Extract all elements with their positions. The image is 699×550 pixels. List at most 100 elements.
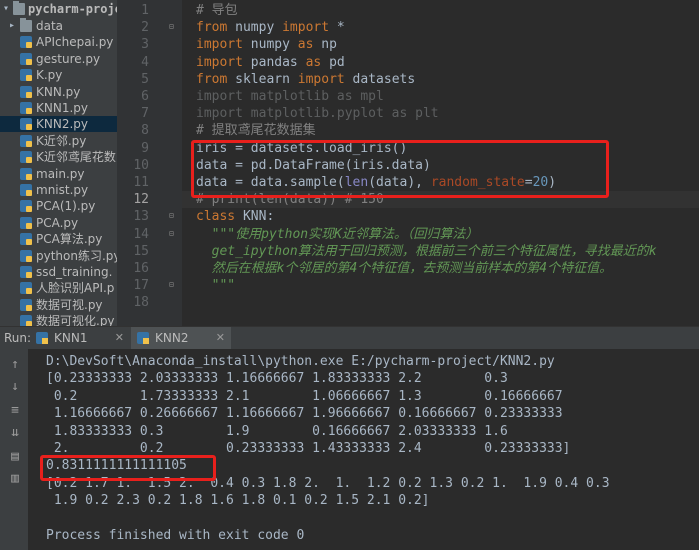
arrow-up-icon[interactable]: ↑ [7,357,23,373]
line-number: 11 [133,175,149,190]
tree-item-label: PCA(1).py [36,199,96,214]
tab-knn1[interactable]: KNN1 ✕ [30,327,130,349]
soft-wrap-icon[interactable]: ≡ [7,403,23,419]
code-editor[interactable]: # 导包 from numpy import * import numpy as n… [182,0,699,326]
chevron-down-icon[interactable]: ▾ [3,1,9,17]
line-number: 10 [133,157,149,173]
tree-item-label: APIchepai.py [36,35,114,50]
console-line: 1.83333333 0.3 1.9 0.16666667 2.03333333… [46,423,508,439]
fold-marker-icon[interactable]: ⊟ [169,212,177,220]
fold-marker-icon[interactable]: ⊟ [169,23,177,31]
line-number: 15 [133,243,149,259]
tree-root-label: pycharm-proje [28,2,117,16]
line-number: 13 [133,209,149,225]
tree-root[interactable]: ▾ pycharm-proje [0,1,117,17]
line-number: 8 [141,123,149,139]
run-console[interactable]: D:\DevSoft\Anaconda_install\python.exe E… [28,349,699,550]
highlight-box-output [40,455,216,481]
close-icon[interactable]: ✕ [216,327,225,349]
code-token: import matplotlib as mpl [196,89,384,104]
tree-file[interactable]: APIchepai.py [0,34,117,50]
code-token: * [329,20,345,36]
tree-file[interactable]: 数据可视.py [0,297,117,313]
arrow-down-icon[interactable]: ↓ [7,379,23,395]
code-token: numpy [242,37,298,53]
python-file-icon [20,282,32,295]
console-line: D:\DevSoft\Anaconda_install\python.exe E… [46,354,555,369]
console-line: Process finished with exit code 0 [46,528,305,543]
console-line: 1.16666667 0.26666667 1.16666667 1.96666… [46,406,563,422]
tree-file[interactable]: main.py [0,166,117,182]
console-line: 0.2 1.73333333 2.1 1.06666667 1.3 0.1666… [46,388,563,404]
code-token: numpy [227,20,283,36]
tree-item-label: main.py [36,166,85,181]
code-token: class [196,209,236,225]
tree-item-label: 数据可视化.py [36,314,115,326]
run-toolbar: ↑ ↓ ≡ ⇊ ▤ ▥ [0,349,28,550]
code-token: import matplotlib.pyplot as plt [196,106,439,122]
console-line: 1.9 0.2 2.3 0.2 1.8 1.6 1.8 0.1 0.2 1.5 … [46,493,430,509]
tree-file[interactable]: K近邻.py [0,133,117,149]
tree-file[interactable]: KNN1.py [0,100,117,116]
code-token: 然后在根据k个邻居的第4个特征值，去预测当前样本的第4个特征值。 [196,261,613,276]
python-file-icon [20,118,32,131]
tree-file[interactable]: ssd_training. [0,264,117,280]
tree-item-label: 人脸识别API.p [36,281,115,296]
python-file-icon [20,102,32,114]
trash-icon[interactable]: ▥ [7,471,23,487]
line-number: 18 [133,295,149,311]
folder-icon [20,18,32,32]
code-token: np [313,37,337,53]
console-line: [0.23333333 2.03333333 1.16666667 1.8333… [46,371,508,387]
tree-file[interactable]: 数据可视化.py [0,313,117,326]
code-token: sklearn [227,71,298,87]
code-token: import [196,54,243,70]
tree-item-label: KNN2.py [36,117,88,132]
tree-file[interactable]: KNN2.py [0,116,117,133]
tree-file[interactable]: PCA算法.py [0,231,117,247]
python-file-icon [20,52,32,65]
close-icon[interactable]: ✕ [115,327,124,349]
tree-file[interactable]: K近邻鸢尾花数 [0,149,117,165]
python-file-icon [20,69,32,82]
tree-item-label: K近邻.py [36,133,87,148]
tree-file[interactable]: gesture.py [0,51,117,67]
line-number: 17 [133,278,149,294]
tree-file[interactable]: K.py [0,67,117,83]
python-file-icon [20,36,32,49]
tree-file[interactable]: PCA.py [0,215,117,231]
line-number: 4 [141,54,149,70]
code-line: # 导包 [196,2,238,19]
python-file-icon [20,85,32,98]
fold-marker-icon[interactable]: ⊟ [169,281,177,289]
tree-file[interactable]: mnist.py [0,182,117,198]
folder-icon [13,1,25,15]
highlight-box-code [191,140,609,198]
code-line: # 提取鸢尾花数据集 [196,122,316,139]
tab-knn2[interactable]: KNN2 ✕ [131,327,231,349]
python-file-icon [20,298,32,311]
code-line: class KNN: [196,208,274,225]
code-line: from numpy import * [196,19,345,36]
scroll-to-end-icon[interactable]: ⇊ [7,425,23,441]
tree-file[interactable]: python练习.py [0,248,117,264]
tree-file[interactable]: 人脸识别API.p [0,280,117,296]
fold-marker-icon[interactable]: ⊟ [169,229,177,238]
tree-item-label: python练习.py [36,248,117,263]
python-file-icon [20,216,32,229]
python-file-icon [36,332,48,344]
code-token: """ [196,278,236,294]
line-number: 7 [141,106,149,122]
tree-file[interactable]: KNN.py [0,84,117,100]
chevron-right-icon[interactable]: ▸ [9,18,15,34]
tree-folder[interactable]: ▸ data [0,18,117,34]
tree-file[interactable]: PCA(1).py [0,198,117,214]
code-token: import [297,71,345,87]
python-file-icon [20,134,32,147]
code-token: datasets [344,71,416,87]
code-token: pandas [242,54,306,70]
print-icon[interactable]: ▤ [7,449,23,465]
line-number: 16 [133,261,149,276]
tree-item-label: K近邻鸢尾花数 [36,150,116,165]
line-number: 9 [141,140,149,156]
